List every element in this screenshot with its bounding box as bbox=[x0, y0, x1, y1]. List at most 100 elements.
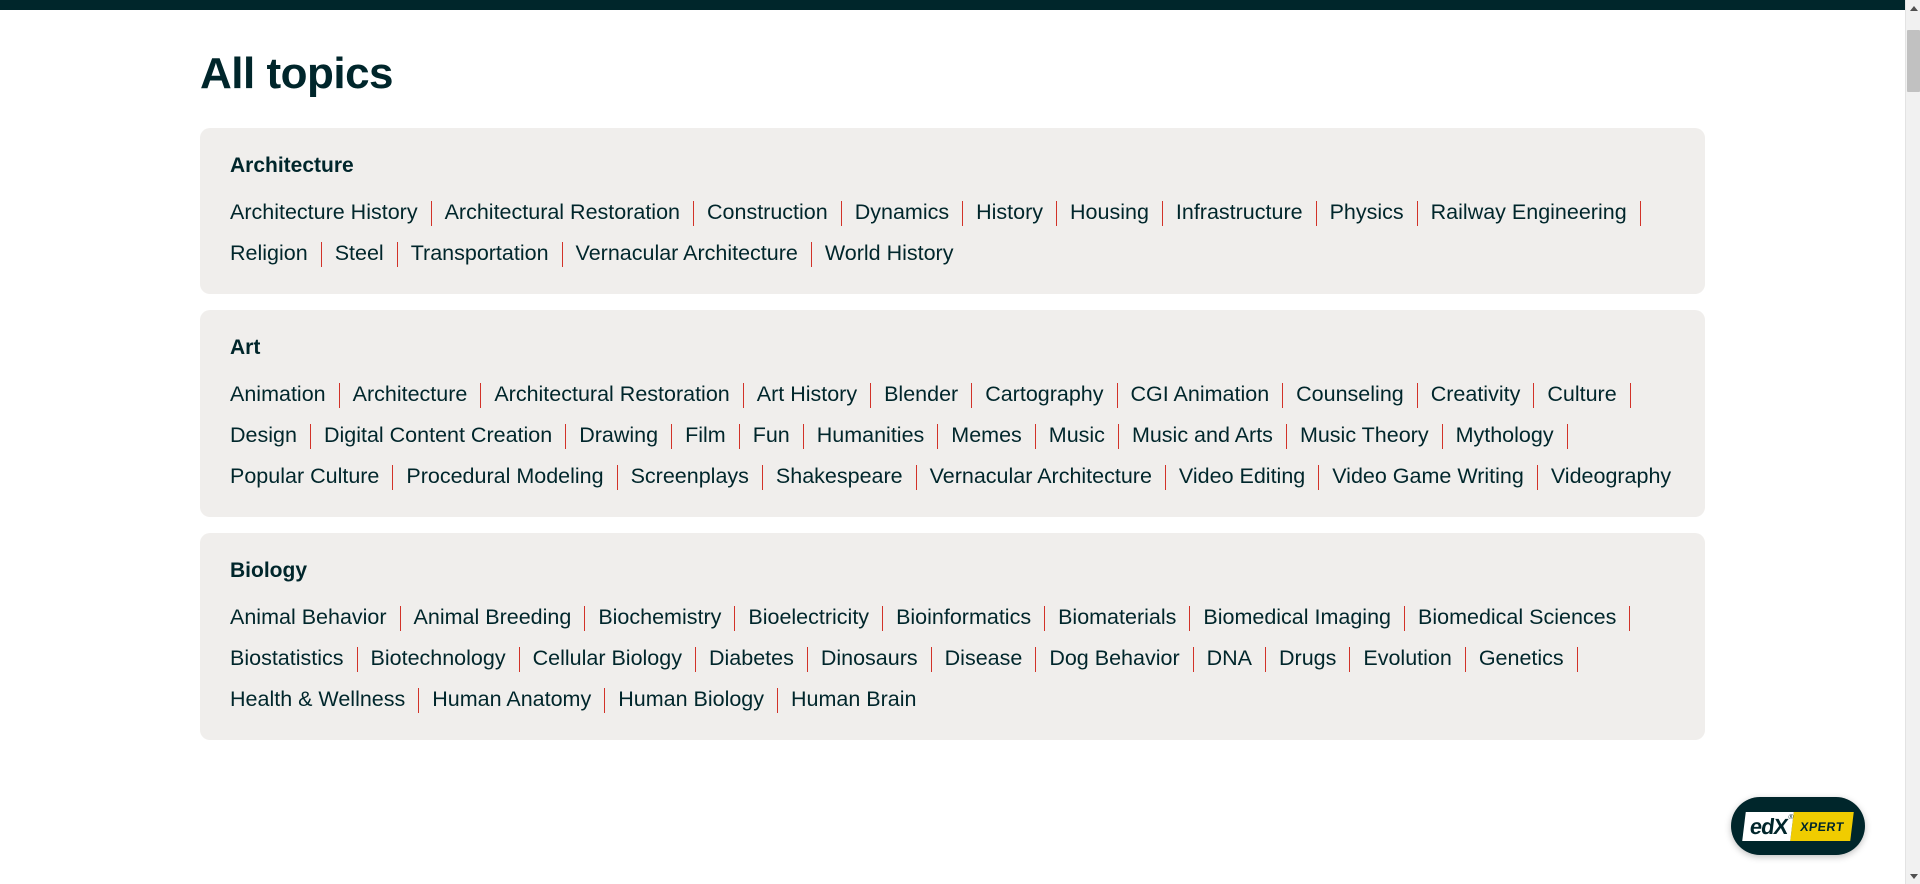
topic-link[interactable]: Physics bbox=[1330, 199, 1404, 227]
topic-link[interactable]: Bioinformatics bbox=[896, 604, 1031, 632]
topic-separator bbox=[1629, 382, 1631, 408]
topic-separator bbox=[1164, 464, 1166, 490]
topic-link[interactable]: Housing bbox=[1070, 199, 1149, 227]
topic-link[interactable]: Steel bbox=[335, 240, 384, 268]
topic-link[interactable]: Architectural Restoration bbox=[445, 199, 680, 227]
topic-link[interactable]: Dinosaurs bbox=[821, 645, 918, 673]
topic-link[interactable]: Fun bbox=[753, 422, 790, 450]
topic-list-item: Procedural Modeling bbox=[406, 463, 630, 491]
topic-separator bbox=[480, 382, 482, 408]
page-scrollbar[interactable] bbox=[1905, 0, 1920, 884]
topic-link[interactable]: Religion bbox=[230, 240, 308, 268]
topic-link[interactable]: Biomedical Imaging bbox=[1203, 604, 1391, 632]
topic-link[interactable]: Digital Content Creation bbox=[324, 422, 552, 450]
topic-link[interactable]: Biomaterials bbox=[1058, 604, 1176, 632]
topic-link[interactable]: Memes bbox=[951, 422, 1021, 450]
topic-list-item: Genetics bbox=[1479, 645, 1591, 673]
topic-link[interactable]: Screenplays bbox=[631, 463, 749, 491]
topic-separator bbox=[356, 646, 358, 672]
topic-link[interactable]: Biomedical Sciences bbox=[1418, 604, 1616, 632]
topic-group-title: Biology bbox=[230, 559, 307, 583]
topic-link[interactable]: Railway Engineering bbox=[1431, 199, 1627, 227]
topic-link[interactable]: Disease bbox=[945, 645, 1023, 673]
topic-link[interactable]: Videography bbox=[1551, 463, 1671, 491]
topic-link[interactable]: Music Theory bbox=[1300, 422, 1429, 450]
topic-separator bbox=[430, 200, 432, 226]
topic-separator bbox=[338, 382, 340, 408]
topic-list-item: History bbox=[976, 199, 1070, 227]
xpert-chat-button[interactable]: edX ® XPERT bbox=[1731, 797, 1865, 855]
topic-link[interactable]: Animal Behavior bbox=[230, 604, 387, 632]
topic-link[interactable]: Architecture History bbox=[230, 199, 418, 227]
topic-list-item: Shakespeare bbox=[776, 463, 930, 491]
topic-link[interactable]: Architecture bbox=[353, 381, 468, 409]
topic-link[interactable]: Culture bbox=[1547, 381, 1616, 409]
topic-link[interactable]: CGI Animation bbox=[1131, 381, 1270, 409]
topic-list-item: World History bbox=[825, 240, 954, 268]
topic-link-list: Animation Architecture Architectural Resto… bbox=[230, 381, 1675, 491]
all-topics-page: All topics Architecture Architecture Hist… bbox=[0, 10, 1905, 884]
topic-link[interactable]: Video Game Writing bbox=[1332, 463, 1524, 491]
topic-link[interactable]: Procedural Modeling bbox=[406, 463, 603, 491]
topic-separator bbox=[1404, 605, 1405, 631]
topic-link[interactable]: Diabetes bbox=[709, 645, 794, 673]
topic-group-card: Art Animation Architecture Architectural Re… bbox=[200, 310, 1705, 518]
topic-link[interactable]: Health & Wellness bbox=[230, 686, 405, 714]
topic-link[interactable]: Biostatistics bbox=[230, 645, 344, 673]
topic-link[interactable]: Genetics bbox=[1479, 645, 1564, 673]
topic-list-item: Construction bbox=[707, 199, 855, 227]
topic-link[interactable]: Construction bbox=[707, 199, 828, 227]
scroll-up-arrow-icon bbox=[1909, 5, 1918, 11]
topic-link[interactable]: Design bbox=[230, 422, 297, 450]
topic-link[interactable]: DNA bbox=[1207, 645, 1252, 673]
topic-link[interactable]: Cartography bbox=[985, 381, 1103, 409]
topic-link[interactable]: Drugs bbox=[1279, 645, 1336, 673]
topic-link[interactable]: Blender bbox=[884, 381, 958, 409]
topic-link[interactable]: Popular Culture bbox=[230, 463, 379, 491]
topic-link[interactable]: Bioelectricity bbox=[748, 604, 869, 632]
topic-list-item: Religion bbox=[230, 240, 335, 268]
topic-link[interactable]: Counseling bbox=[1296, 381, 1404, 409]
topic-list-item: Transportation bbox=[411, 240, 576, 268]
topic-link[interactable]: Shakespeare bbox=[776, 463, 903, 491]
topic-link[interactable]: Human Biology bbox=[618, 686, 764, 714]
topic-list-item: Human Biology bbox=[618, 686, 791, 714]
topic-link[interactable]: Vernacular Architecture bbox=[930, 463, 1152, 491]
topic-link[interactable]: Music bbox=[1049, 422, 1105, 450]
topic-link[interactable]: Art History bbox=[757, 381, 857, 409]
topic-link[interactable]: Cellular Biology bbox=[533, 645, 682, 673]
scroll-down-button[interactable] bbox=[1906, 868, 1920, 884]
topic-link[interactable]: Drawing bbox=[579, 422, 658, 450]
topic-link[interactable]: Creativity bbox=[1431, 381, 1521, 409]
topic-link[interactable]: Transportation bbox=[411, 240, 549, 268]
topic-link[interactable]: Infrastructure bbox=[1176, 199, 1303, 227]
topic-list-item: Animal Breeding bbox=[414, 604, 599, 632]
topic-link[interactable]: History bbox=[976, 199, 1043, 227]
topic-link[interactable]: Human Anatomy bbox=[432, 686, 591, 714]
topic-link[interactable]: Vernacular Architecture bbox=[576, 240, 798, 268]
xpert-badge-label: XPERT bbox=[1790, 811, 1854, 841]
topic-link[interactable]: Dog Behavior bbox=[1049, 645, 1179, 673]
topic-link[interactable]: Architectural Restoration bbox=[494, 381, 729, 409]
topic-link[interactable]: Music and Arts bbox=[1132, 422, 1273, 450]
topic-separator bbox=[584, 605, 586, 631]
topic-link[interactable]: Mythology bbox=[1456, 422, 1554, 450]
scrollbar-thumb[interactable] bbox=[1907, 30, 1920, 92]
topic-link[interactable]: World History bbox=[825, 240, 954, 268]
topic-link[interactable]: Animal Breeding bbox=[414, 604, 572, 632]
topic-link[interactable]: Evolution bbox=[1363, 645, 1451, 673]
topic-link[interactable]: Human Brain bbox=[791, 686, 916, 714]
topic-link[interactable]: Biochemistry bbox=[598, 604, 721, 632]
topic-separator bbox=[1536, 464, 1538, 490]
topic-separator bbox=[1464, 646, 1466, 672]
topic-link[interactable]: Film bbox=[685, 422, 726, 450]
topic-link[interactable]: Biotechnology bbox=[371, 645, 506, 673]
topic-link[interactable]: Humanities bbox=[817, 422, 925, 450]
topic-list-item: Biomedical Imaging bbox=[1203, 604, 1418, 632]
topic-list-item: Physics bbox=[1330, 199, 1431, 227]
topic-link[interactable]: Dynamics bbox=[855, 199, 949, 227]
scroll-up-button[interactable] bbox=[1906, 0, 1920, 16]
topic-link[interactable]: Animation bbox=[230, 381, 326, 409]
topic-link[interactable]: Video Editing bbox=[1179, 463, 1305, 491]
topic-separator bbox=[1318, 464, 1320, 490]
